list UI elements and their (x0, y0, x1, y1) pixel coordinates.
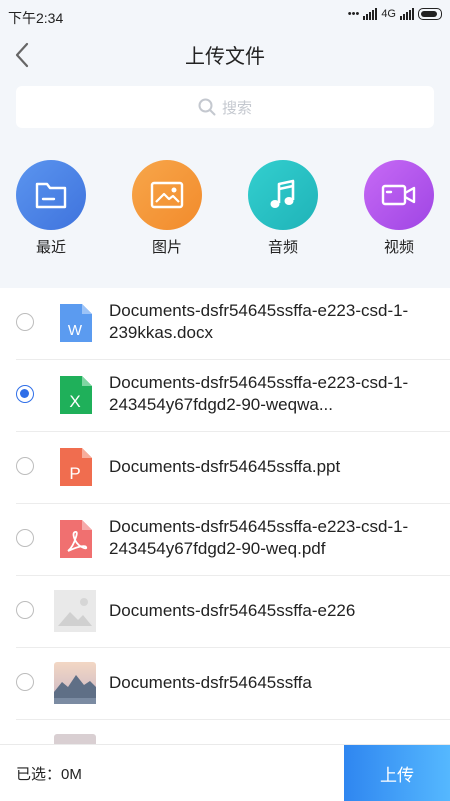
category-audio[interactable]: 音频 (248, 160, 318, 257)
status-icons: ••• 4G (348, 8, 442, 20)
category-video[interactable]: 视频 (364, 160, 434, 257)
ppt-file-icon: P (60, 448, 92, 486)
category-label: 音频 (267, 239, 298, 256)
upload-button[interactable]: 上传 (344, 745, 450, 801)
photo-thumbnail (54, 662, 96, 704)
battery-icon (418, 8, 442, 20)
category-recent[interactable]: 最近 (16, 160, 86, 257)
file-row[interactable]: X Documents-dsfr54645ssffa-e223-csd-1-24… (16, 360, 450, 432)
file-name: Documents-dsfr54645ssffa-e223-csd-1-2434… (109, 373, 409, 414)
bottom-bar: 已选：0M 上传 (0, 744, 450, 801)
category-video-circle (364, 160, 434, 230)
radio-button[interactable] (16, 457, 34, 475)
dots-icon: ••• (347, 8, 360, 20)
status-bar: 下午2:34 ••• 4G (0, 0, 450, 32)
search-icon (198, 98, 216, 116)
file-row[interactable]: Documents-dsfr54645ssffa-e223-csd-1-2434… (16, 504, 450, 576)
file-name: Documents-dsfr54645ssffa-e223-csd-1-239k… (109, 301, 409, 342)
svg-text:W: W (68, 322, 83, 339)
file-row[interactable]: Documents-dsfr54645ssffa-e226 (16, 576, 450, 648)
video-icon (381, 184, 416, 206)
category-label: 图片 (151, 239, 182, 256)
radio-button[interactable] (16, 313, 34, 331)
category-label: 最近 (35, 239, 66, 256)
file-row[interactable]: W Documents-dsfr54645ssffa-e223-csd-1-23… (16, 288, 450, 360)
network-label: 4G (381, 8, 396, 20)
category-label: 视频 (383, 239, 414, 256)
status-time: 下午2:34 (8, 10, 64, 26)
image-placeholder-icon (54, 590, 96, 632)
category-recent-circle (16, 160, 86, 230)
file-row[interactable]: P Documents-dsfr54645ssffa.ppt (16, 432, 450, 504)
folder-icon (35, 182, 67, 209)
signal-icon-2 (400, 8, 414, 20)
search-input[interactable]: 搜索 (16, 86, 434, 128)
search-placeholder: 搜索 (221, 99, 252, 117)
file-name: Documents-dsfr54645ssffa (109, 673, 312, 692)
radio-button[interactable] (16, 673, 34, 691)
radio-button[interactable] (16, 601, 34, 619)
file-name: Documents-dsfr54645ssffa-e223-csd-1-2434… (109, 517, 409, 558)
photo-thumbnail (54, 734, 96, 744)
file-row[interactable] (16, 720, 450, 744)
excel-file-icon: X (60, 376, 92, 414)
svg-text:X: X (69, 392, 80, 411)
radio-button-checked[interactable] (16, 385, 34, 403)
category-images[interactable]: 图片 (132, 160, 202, 257)
file-name: Documents-dsfr54645ssffa-e226 (109, 601, 356, 620)
signal-icon (363, 8, 378, 20)
svg-text:P: P (69, 464, 80, 483)
music-icon (270, 179, 295, 208)
word-file-icon: W (60, 304, 92, 342)
radio-button[interactable] (16, 529, 34, 547)
pdf-file-icon (60, 520, 92, 558)
category-images-circle (132, 160, 202, 230)
file-list: W Documents-dsfr54645ssffa-e223-csd-1-23… (0, 288, 450, 744)
file-name: Documents-dsfr54645ssffa.ppt (109, 457, 341, 476)
image-icon (150, 181, 184, 209)
category-audio-circle (248, 160, 318, 230)
page-title: 上传文件 (185, 46, 265, 68)
selected-size: 已选：0M (16, 766, 82, 783)
file-row[interactable]: Documents-dsfr54645ssffa (16, 648, 450, 720)
